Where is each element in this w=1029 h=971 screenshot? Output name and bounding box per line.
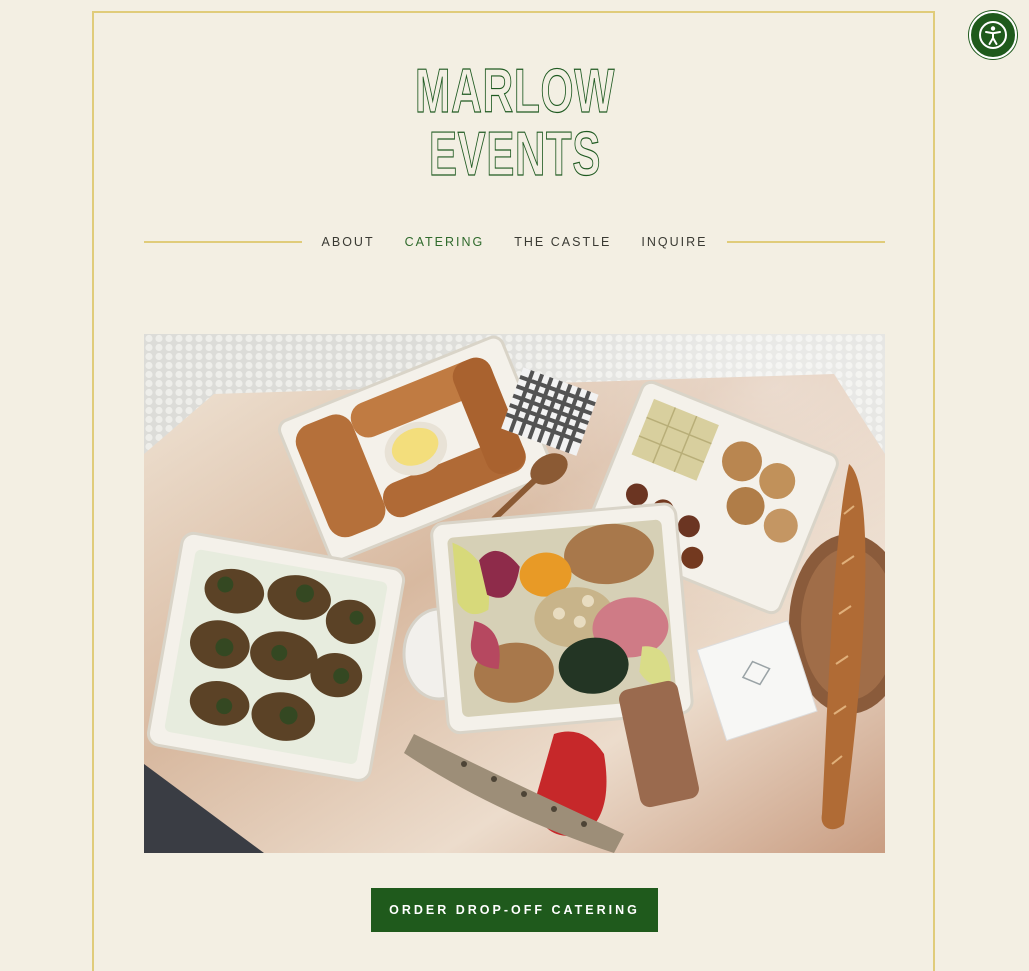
- nav-divider-right: [727, 241, 885, 243]
- nav-item-catering[interactable]: CATERING: [405, 235, 485, 249]
- nav-item-the-castle[interactable]: THE CASTLE: [514, 235, 611, 249]
- nav-item-inquire[interactable]: INQUIRE: [641, 235, 707, 249]
- nav-items: ABOUT CATERING THE CASTLE INQUIRE: [302, 235, 727, 249]
- logo-line-2: EVENTS: [429, 120, 601, 180]
- catering-spread-photo: [144, 334, 885, 853]
- logo-wordmark: MARLOW EVENTS: [414, 56, 615, 180]
- nav-divider-left: [144, 241, 302, 243]
- site-logo[interactable]: MARLOW EVENTS: [0, 50, 1029, 180]
- logo-line-1: MARLOW: [415, 57, 615, 126]
- hero-image: [144, 334, 885, 853]
- main-nav: ABOUT CATERING THE CASTLE INQUIRE: [144, 232, 885, 252]
- order-catering-button[interactable]: ORDER DROP-OFF CATERING: [371, 888, 658, 932]
- accessibility-button[interactable]: [969, 11, 1017, 59]
- accessibility-icon: [979, 21, 1007, 49]
- nav-item-about[interactable]: ABOUT: [322, 235, 375, 249]
